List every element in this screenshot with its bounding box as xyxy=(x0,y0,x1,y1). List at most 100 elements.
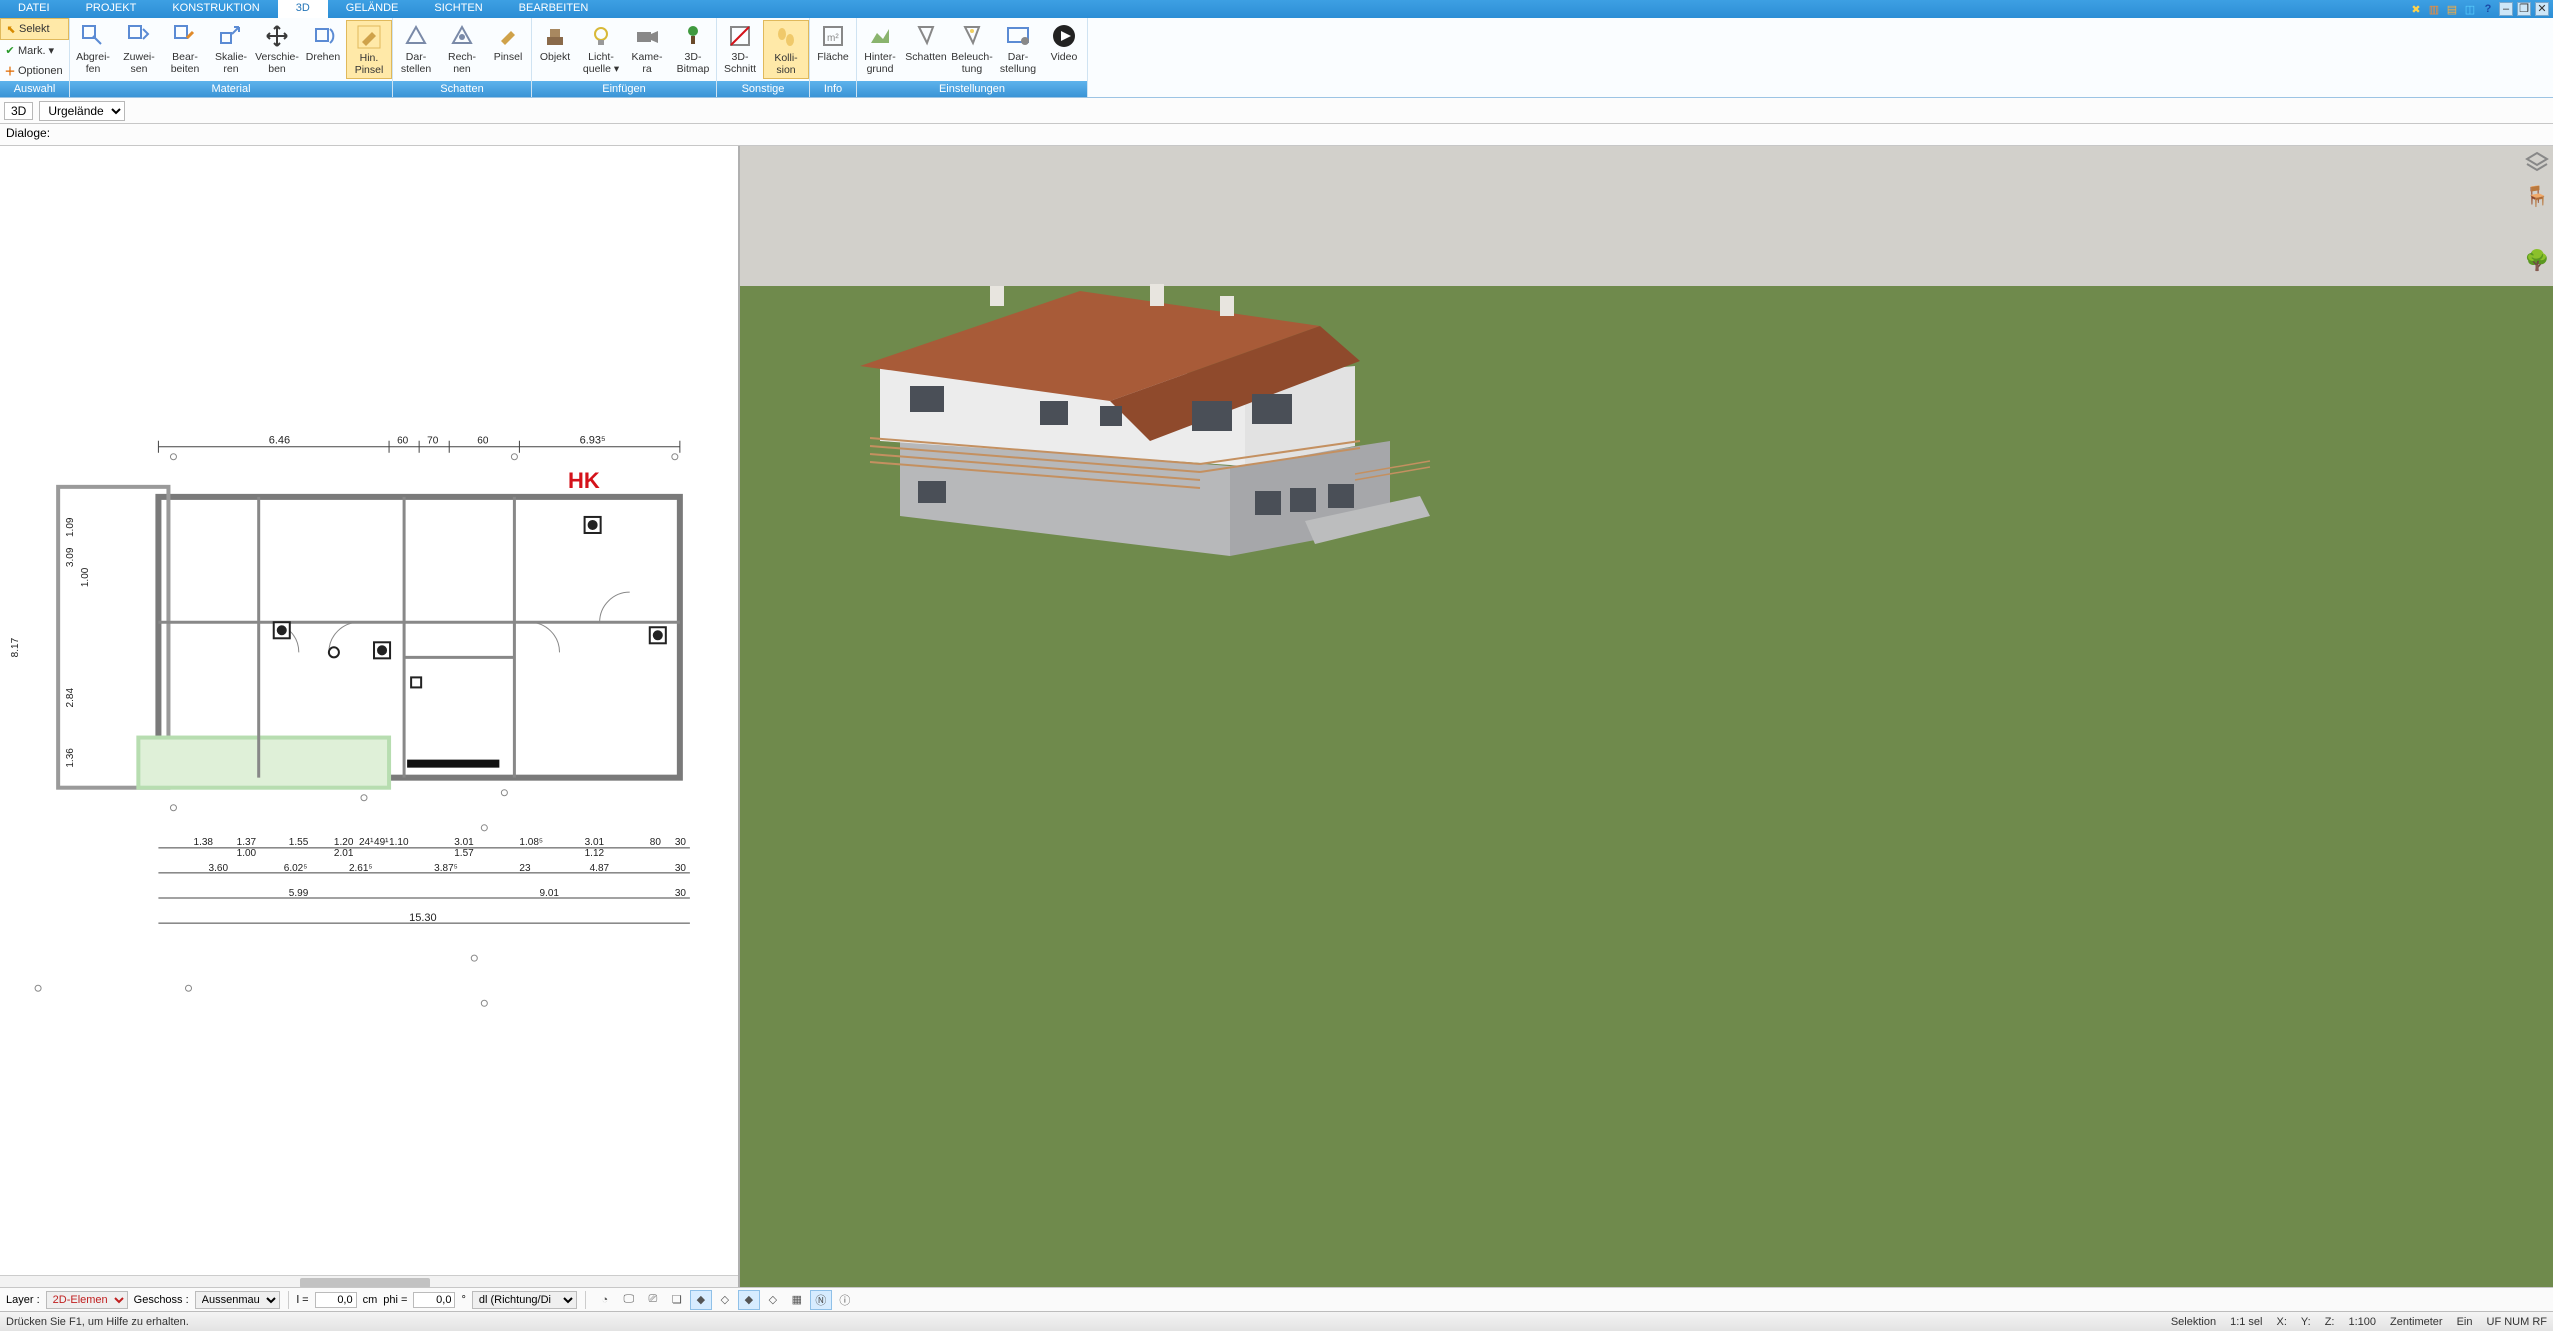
ribbon-btn-flaeche[interactable]: m²Fläche xyxy=(810,20,856,66)
view-mode-chip[interactable]: 3D xyxy=(4,102,33,120)
menu-tab-bearbeiten[interactable]: BEARBEITEN xyxy=(501,0,607,18)
select-tool[interactable]: ⬉ Selekt xyxy=(0,18,69,40)
svg-text:1.57: 1.57 xyxy=(454,848,474,859)
menu-tab-datei[interactable]: DATEI xyxy=(0,0,68,18)
ribbon-btn-label: Licht-quelle ▾ xyxy=(583,52,619,75)
ribbon-btn-kamera[interactable]: Kame-ra xyxy=(624,20,670,77)
ribbon-btn-3d-schnitt[interactable]: 3D-Schnitt xyxy=(717,20,763,77)
ribbon-group-einfügen: ObjektLicht-quelle ▾Kame-ra3D-BitmapEinf… xyxy=(532,18,717,97)
ribbon-group-material: Abgrei-fenZuwei-senBear-beitenSkalie-ren… xyxy=(70,18,393,97)
mark-tool[interactable]: ✔ Mark. ▾ xyxy=(0,40,69,60)
3d-view-pane[interactable] xyxy=(740,146,2553,1289)
ribbon-btn-label: Drehen xyxy=(306,52,340,64)
ribbon-btn-label: Schatten xyxy=(905,52,946,64)
ribbon-btn-darstellung[interactable]: Dar-stellung xyxy=(995,20,1041,77)
ribbon-btn-bearbeiten[interactable]: Bear-beiten xyxy=(162,20,208,77)
ribbon-btn-kollision[interactable]: Kolli-sion xyxy=(763,20,809,79)
svg-text:1.20: 1.20 xyxy=(334,837,354,848)
svg-text:1.00: 1.00 xyxy=(80,567,91,587)
floorplan-canvas[interactable]: 6.46 60 70 60 6.93⁵ 1.38 1.37 1.55 1.20 xyxy=(8,154,730,1281)
options-tool[interactable]: ＋ Optionen xyxy=(0,61,69,81)
menu-bar: DATEI PROJEKT KONSTRUKTION 3D GELÄNDE SI… xyxy=(0,0,2553,18)
diamond1-icon[interactable]: ◆ xyxy=(690,1290,712,1310)
diamond3-icon[interactable]: ◆ xyxy=(738,1290,760,1310)
svg-text:60: 60 xyxy=(477,436,489,447)
ribbon-btn-abgreifen[interactable]: Abgrei-fen xyxy=(70,20,116,77)
stack-icon[interactable]: ❏ xyxy=(666,1290,688,1310)
svg-text:2.84: 2.84 xyxy=(65,688,76,708)
kollision-icon xyxy=(772,23,800,51)
lichtquelle-icon xyxy=(587,22,615,50)
menu-tab-3d[interactable]: 3D xyxy=(278,0,328,18)
geschoss-select[interactable]: Aussenmau xyxy=(195,1291,280,1309)
ribbon-btn-schatten2[interactable]: Schatten xyxy=(903,20,949,66)
ribbon-btn-skalieren[interactable]: Skalie-ren xyxy=(208,20,254,77)
palette-icon[interactable] xyxy=(2527,218,2547,238)
ribbon-group-label: Info xyxy=(810,81,856,97)
svg-text:1.09: 1.09 xyxy=(65,517,76,537)
ribbon-btn-rechnen[interactable]: Rech-nen xyxy=(439,20,485,77)
ribbon-btn-verschieben[interactable]: Verschie-ben xyxy=(254,20,300,77)
menu-tab-gelaende[interactable]: GELÄNDE xyxy=(328,0,417,18)
close-button[interactable]: ✕ xyxy=(2535,2,2549,16)
monitor-icon[interactable]: 🖵 xyxy=(618,1290,640,1310)
video-icon xyxy=(1050,22,1078,50)
ribbon-btn-pinsel[interactable]: Pinsel xyxy=(485,20,531,66)
dl-select[interactable]: dl (Richtung/Di xyxy=(472,1291,577,1309)
ribbon-btn-drehen[interactable]: Drehen xyxy=(300,20,346,66)
chair-icon[interactable]: 🪑 xyxy=(2525,184,2549,208)
pinsel-icon xyxy=(494,22,522,50)
ribbon-btn-video[interactable]: Video xyxy=(1041,20,1087,66)
status-ein: Ein xyxy=(2457,1316,2473,1328)
svg-text:6.46: 6.46 xyxy=(269,435,290,447)
l-input[interactable] xyxy=(315,1292,357,1308)
layer-select[interactable]: 2D-Elemen xyxy=(46,1291,128,1309)
ribbon-btn-label: 3D-Schnitt xyxy=(724,52,756,75)
ribbon-btn-label: Kame-ra xyxy=(632,52,663,75)
darstellen-icon xyxy=(402,22,430,50)
status-sel-ratio: 1:1 sel xyxy=(2230,1316,2262,1328)
svg-text:m²: m² xyxy=(827,33,839,44)
ribbon: ⬉ Selekt ✔ Mark. ▾ ＋ Optionen Auswahl Ab… xyxy=(0,18,2553,98)
ribbon-btn-label: Kolli-sion xyxy=(774,53,797,76)
ribbon-btn-zuweisen[interactable]: Zuwei-sen xyxy=(116,20,162,77)
layers-icon[interactable] xyxy=(2525,150,2549,174)
ribbon-btn-hintergrund[interactable]: Hinter-grund xyxy=(857,20,903,77)
floorplan-pane[interactable]: 6.46 60 70 60 6.93⁵ 1.38 1.37 1.55 1.20 xyxy=(0,146,740,1289)
ribbon-btn-objekt[interactable]: Objekt xyxy=(532,20,578,66)
info-icon[interactable]: ⓘ xyxy=(834,1290,856,1310)
dialog-label: Dialoge: xyxy=(6,126,50,140)
svg-text:8.17: 8.17 xyxy=(10,637,21,657)
tools-icon[interactable]: ✖ xyxy=(2409,2,2423,16)
maximize-button[interactable]: ❐ xyxy=(2517,2,2531,16)
terrain-select[interactable]: Urgelände xyxy=(39,101,125,121)
clipboard-icon[interactable]: ▥ xyxy=(2427,2,2441,16)
ribbon-btn-beleuchtung[interactable]: Beleuch-tung xyxy=(949,20,995,77)
window-icon[interactable]: ◫ xyxy=(2463,2,2477,16)
menu-tab-konstruktion[interactable]: KONSTRUKTION xyxy=(154,0,277,18)
ribbon-btn-3d-bitmap[interactable]: 3D-Bitmap xyxy=(670,20,716,77)
diamond4-icon[interactable]: ◇ xyxy=(762,1290,784,1310)
tree-icon[interactable]: 🌳 xyxy=(2525,248,2549,272)
diamond2-icon[interactable]: ◇ xyxy=(714,1290,736,1310)
status-y: Y: xyxy=(2301,1316,2311,1328)
objekt-icon xyxy=(541,22,569,50)
svg-text:1.55: 1.55 xyxy=(289,837,309,848)
svg-text:2.01: 2.01 xyxy=(334,848,354,859)
preferences-icon[interactable]: ▤ xyxy=(2445,2,2459,16)
grid-icon[interactable]: ▦ xyxy=(786,1290,808,1310)
camera-icon[interactable]: ⎚ xyxy=(642,1290,664,1310)
options-label: Optionen xyxy=(18,65,63,77)
north-icon[interactable]: Ⓝ xyxy=(810,1290,832,1310)
ribbon-btn-lichtquelle[interactable]: Licht-quelle ▾ xyxy=(578,20,624,77)
menu-tab-sichten[interactable]: SICHTEN xyxy=(416,0,500,18)
minimize-button[interactable]: – xyxy=(2499,2,2513,16)
clock-icon[interactable]: ◔ xyxy=(594,1290,616,1310)
ribbon-btn-darstellen[interactable]: Dar-stellen xyxy=(393,20,439,77)
help-icon[interactable]: ? xyxy=(2481,2,2495,16)
phi-input[interactable] xyxy=(413,1292,455,1308)
ribbon-btn-hin-pinsel[interactable]: Hin.Pinsel xyxy=(346,20,392,79)
menu-tab-projekt[interactable]: PROJEKT xyxy=(68,0,155,18)
ribbon-btn-label: Rech-nen xyxy=(448,52,476,75)
abgreifen-icon xyxy=(79,22,107,50)
